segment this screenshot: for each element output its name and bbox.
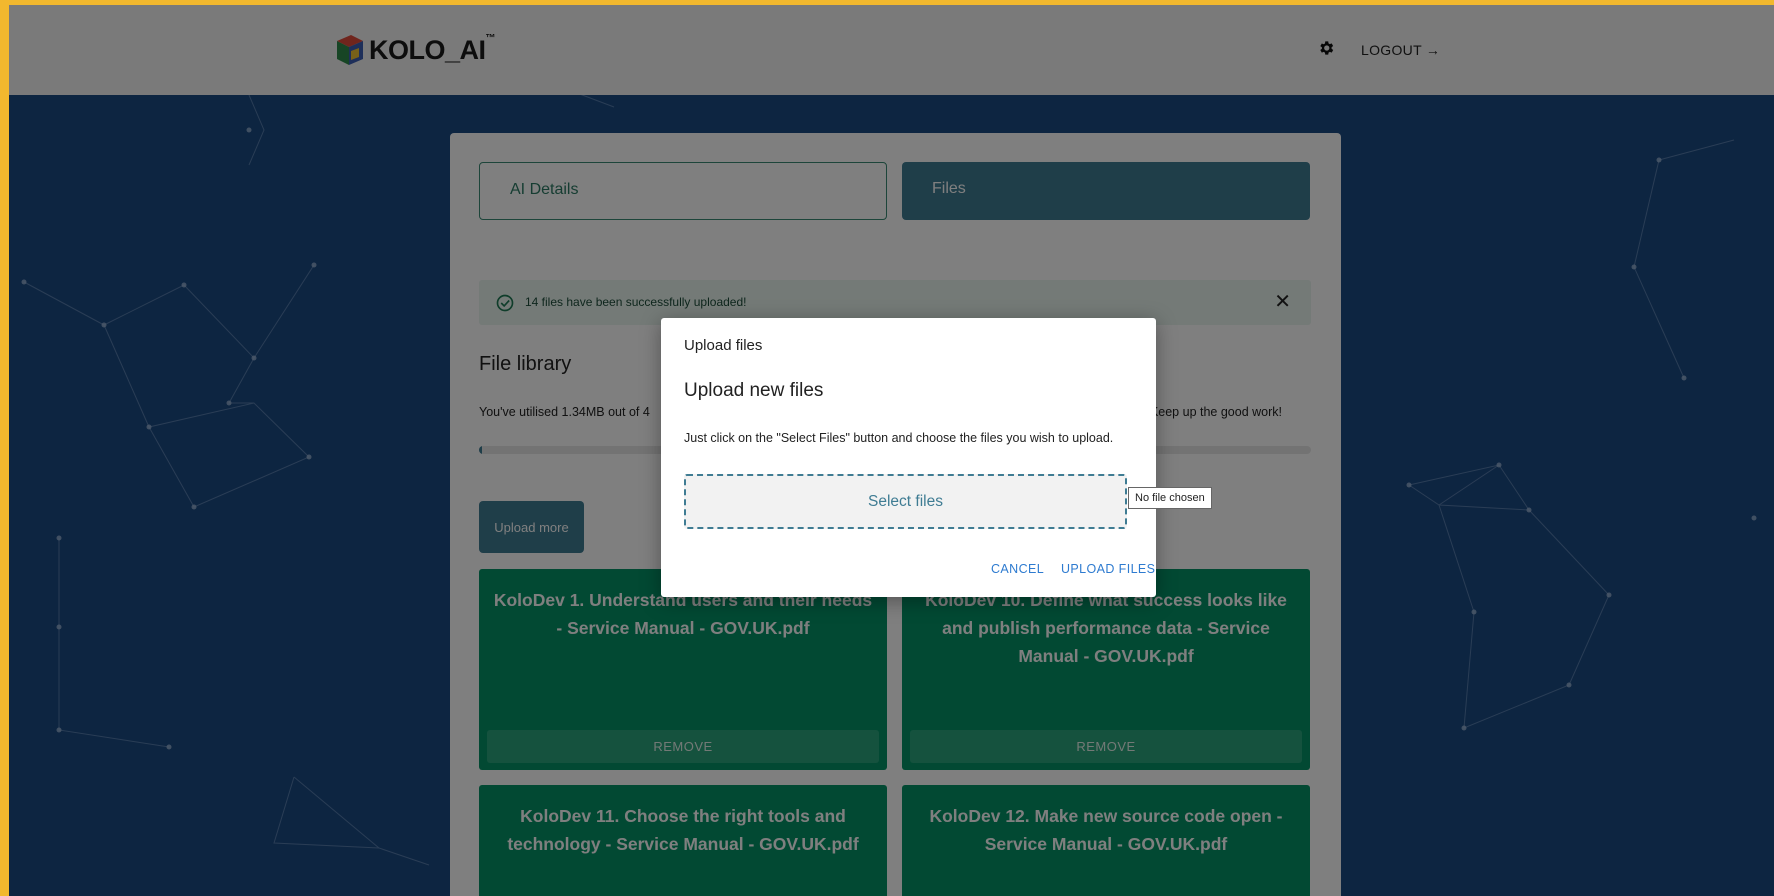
upload-files-dialog: Upload files Upload new files Just click… xyxy=(661,318,1212,597)
upload-files-button[interactable]: UPLOAD FILES xyxy=(1061,562,1155,576)
dialog-title: Upload files xyxy=(684,337,763,354)
dialog-heading: Upload new files xyxy=(684,380,824,401)
dialog-description: Just click on the "Select Files" button … xyxy=(684,431,1114,445)
app-frame: KOLO_AI™ LOGOUT → AI Details Files 14 fi… xyxy=(9,5,1774,896)
cancel-button[interactable]: CANCEL xyxy=(991,562,1044,576)
select-files-dropzone[interactable]: Select files xyxy=(684,474,1127,529)
no-file-chosen-tooltip: No file chosen xyxy=(1128,487,1212,509)
